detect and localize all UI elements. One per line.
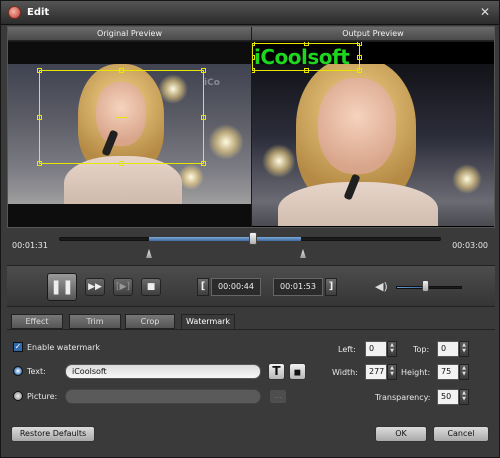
top-input[interactable]: 0 xyxy=(437,341,459,357)
output-preview-pane: iCoolsoft xyxy=(252,42,494,227)
crop-handle-bottom[interactable] xyxy=(119,161,124,166)
watermark-handle-top[interactable] xyxy=(304,42,309,46)
set-start-button[interactable]: [ xyxy=(197,278,209,296)
tab-trim[interactable]: Trim xyxy=(69,314,121,329)
width-spinner[interactable]: ▲ ▼ xyxy=(387,364,397,380)
tab-effect[interactable]: Effect xyxy=(11,314,63,329)
window-title: Edit xyxy=(27,7,50,18)
set-end-button[interactable]: ] xyxy=(325,278,337,296)
current-time: 00:01:31 xyxy=(12,241,48,250)
crop-handle-right[interactable] xyxy=(201,115,206,120)
browse-picture-button[interactable]: ... xyxy=(269,389,287,404)
watermark-handle-bottom-left[interactable] xyxy=(252,68,255,73)
enable-watermark-checkbox[interactable]: ✓ xyxy=(13,342,23,352)
volume-thumb[interactable] xyxy=(422,280,429,292)
edit-window: Edit ✕ Original Preview Output Preview i… xyxy=(0,0,500,458)
output-preview-header: Output Preview xyxy=(252,27,494,41)
cancel-button[interactable]: Cancel xyxy=(433,426,489,442)
crop-handle-top-right[interactable] xyxy=(201,68,206,73)
crop-handle-bottom-right[interactable] xyxy=(201,161,206,166)
crop-handle-left[interactable] xyxy=(37,115,42,120)
width-input[interactable]: 277 xyxy=(365,364,387,380)
end-time-field[interactable]: 00:01:53 xyxy=(273,278,323,296)
transparency-spinner[interactable]: ▲ ▼ xyxy=(459,389,469,405)
watermark-handle-right[interactable] xyxy=(357,55,362,60)
crop-handle-bottom-left[interactable] xyxy=(37,161,42,166)
crop-handle-top-left[interactable] xyxy=(37,68,42,73)
watermark-box[interactable]: iCoolsoft xyxy=(252,42,362,73)
text-format-icon: T xyxy=(272,364,281,378)
color-button[interactable]: ◼ xyxy=(289,363,306,380)
pause-button[interactable]: ❚❚ xyxy=(47,273,77,301)
transparency-input[interactable]: 50 xyxy=(437,389,459,405)
tab-divider xyxy=(7,329,495,330)
watermark-handle-top-right[interactable] xyxy=(357,42,362,46)
trim-range-highlight xyxy=(149,237,301,241)
close-icon[interactable]: ✕ xyxy=(477,5,493,20)
stop-button[interactable]: ■ xyxy=(141,278,161,296)
crosshair-icon xyxy=(116,117,128,118)
watermark-handle-left[interactable] xyxy=(252,55,255,60)
transparency-label: Transparency: xyxy=(375,393,431,402)
next-frame-icon: [▶] xyxy=(116,282,130,292)
pause-icon: ❚❚ xyxy=(50,279,74,295)
watermark-overlay-text: iCoolsoft xyxy=(254,45,350,69)
original-preview-pane: iCo xyxy=(8,42,251,227)
ghost-watermark: iCo xyxy=(204,78,220,88)
left-label: Left: xyxy=(338,345,356,354)
original-preview-header: Original Preview xyxy=(8,27,251,41)
color-picker-icon: ◼ xyxy=(293,368,302,378)
edit-tabs: Effect Trim Crop Watermark xyxy=(7,314,495,330)
output-video-frame xyxy=(252,64,494,226)
font-button[interactable]: T xyxy=(268,363,285,380)
trim-start-marker[interactable] xyxy=(146,249,152,258)
volume-icon[interactable]: ◀) xyxy=(375,280,388,293)
top-label: Top: xyxy=(413,345,430,354)
picture-label: Picture: xyxy=(27,392,58,401)
height-spinner[interactable]: ▲ ▼ xyxy=(459,364,469,380)
trim-end-marker[interactable] xyxy=(300,249,306,258)
left-input[interactable]: 0 xyxy=(365,341,387,357)
crosshair-icon xyxy=(121,112,122,124)
text-radio[interactable] xyxy=(13,366,23,376)
watermark-text-input[interactable]: iCoolsoft xyxy=(65,364,261,379)
stop-icon: ■ xyxy=(146,282,156,292)
fast-forward-button[interactable]: ▶▶ xyxy=(85,278,105,296)
title-bar[interactable]: Edit ✕ xyxy=(1,1,499,25)
text-label: Text: xyxy=(27,367,46,376)
watermark-handle-top-left[interactable] xyxy=(252,42,255,46)
seek-thumb[interactable] xyxy=(249,232,257,245)
next-frame-button[interactable]: [▶] xyxy=(113,278,133,296)
tab-watermark[interactable]: Watermark xyxy=(181,314,235,330)
restore-defaults-button[interactable]: Restore Defaults xyxy=(11,426,95,442)
tab-crop[interactable]: Crop xyxy=(125,314,175,329)
enable-watermark-label: Enable watermark xyxy=(27,343,101,352)
picture-path-input[interactable] xyxy=(65,389,261,404)
fast-forward-icon: ▶▶ xyxy=(88,282,102,292)
crop-handle-top[interactable] xyxy=(119,68,124,73)
total-time: 00:03:00 xyxy=(452,241,488,250)
crop-selection-box[interactable] xyxy=(37,68,206,166)
height-input[interactable]: 75 xyxy=(437,364,459,380)
picture-radio[interactable] xyxy=(13,391,23,401)
playback-controls: ❚❚ ▶▶ [▶] ■ [ 00:00:44 00:01:53 ] ◀) xyxy=(7,265,495,307)
volume-slider[interactable] xyxy=(396,286,462,289)
app-icon xyxy=(8,6,21,19)
preview-area: Original Preview Output Preview iCo iCoo… xyxy=(7,26,495,228)
watermark-handle-bottom[interactable] xyxy=(304,68,309,73)
height-label: Height: xyxy=(401,368,431,377)
width-label: Width: xyxy=(332,368,358,377)
start-time-field[interactable]: 00:00:44 xyxy=(211,278,261,296)
left-spinner[interactable]: ▲ ▼ xyxy=(387,341,397,357)
ok-button[interactable]: OK xyxy=(375,426,427,442)
watermark-handle-bottom-right[interactable] xyxy=(357,68,362,73)
top-spinner[interactable]: ▲ ▼ xyxy=(459,341,469,357)
